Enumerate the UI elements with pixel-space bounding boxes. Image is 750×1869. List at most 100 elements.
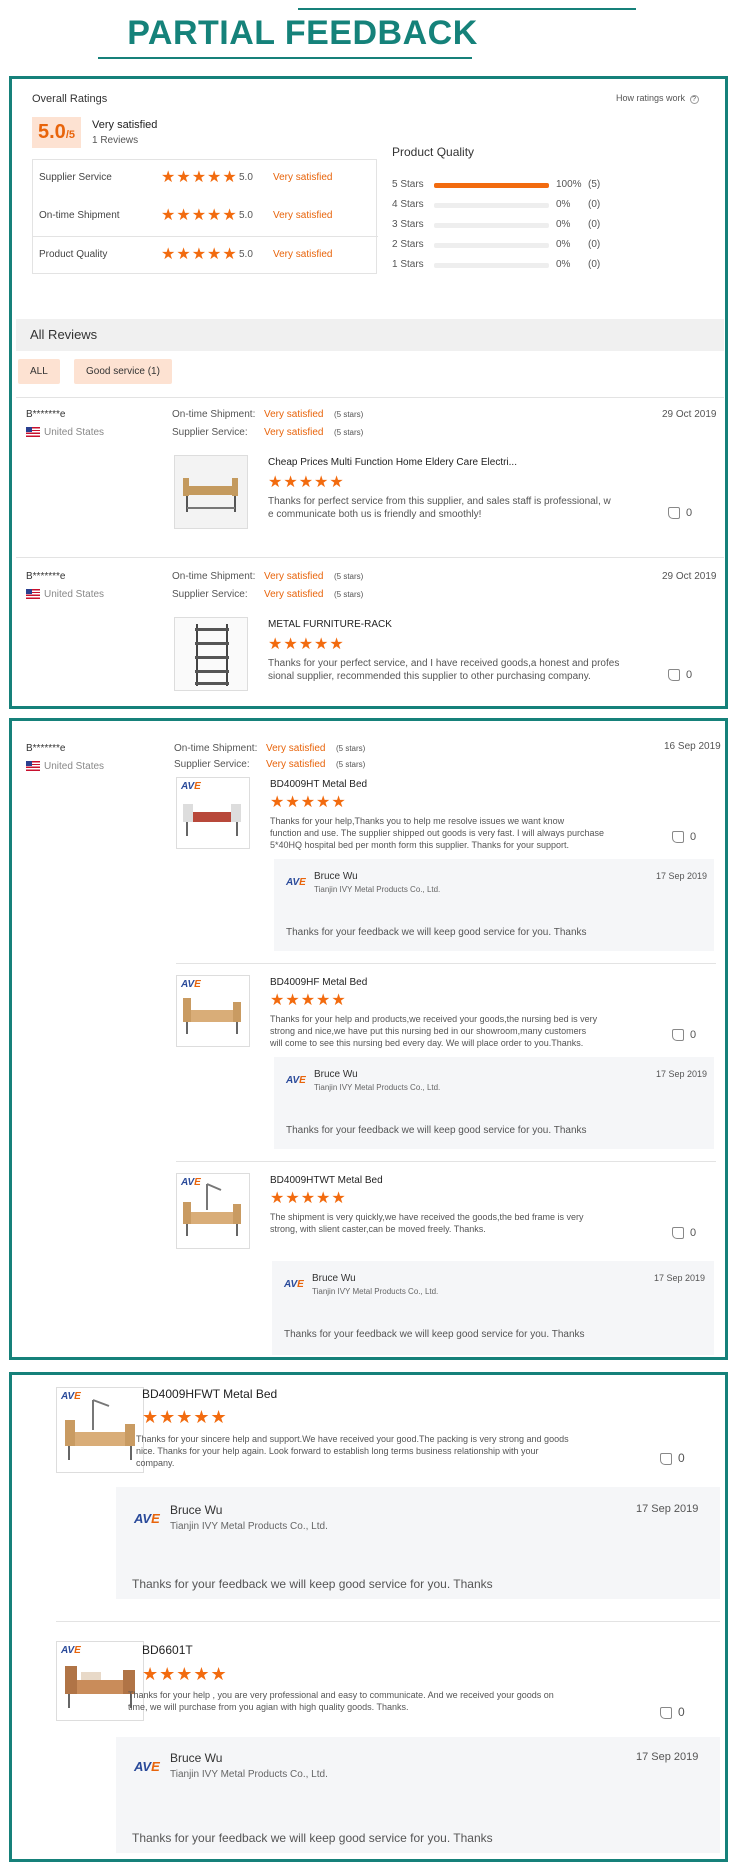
header-line-bottom — [98, 57, 472, 59]
reviewer-name: B*******e — [26, 409, 66, 420]
thumbs-up-icon — [672, 1227, 684, 1240]
ave-logo: AVE — [284, 1279, 304, 1290]
review-text-line: 5*40HQ hospital bed per month form this … — [270, 840, 569, 850]
all-reviews-header: All Reviews — [16, 319, 724, 351]
reply-text: Thanks for your feedback we will keep go… — [286, 1125, 587, 1136]
thumbs-up-icon — [660, 1452, 672, 1465]
review-text-line: time, we will purchase from you agian wi… — [128, 1702, 409, 1712]
distribution-count: (0) — [588, 199, 601, 210]
review-text-line: Thanks for your help and products,we rec… — [270, 1014, 598, 1024]
distribution-count: (0) — [588, 259, 601, 270]
rating-row-text: Very satisfied — [273, 210, 333, 221]
ave-logo: AVE — [134, 1511, 160, 1526]
ontime-stars-text: (5 stars) — [334, 572, 364, 581]
distribution-bar — [434, 183, 549, 188]
us-flag-icon — [26, 761, 40, 772]
review-text-line: function and use. The supplier shipped o… — [270, 828, 605, 838]
review-text: Thanks for your sincere help and support… — [136, 1433, 569, 1469]
supplier-label: Supplier Service: — [174, 759, 250, 770]
divider — [56, 1621, 720, 1622]
product-title-link[interactable]: BD4009HT Metal Bed — [270, 779, 367, 790]
product-thumbnail[interactable] — [174, 455, 248, 529]
rating-row-on-time-shipment: On-time Shipment ★★★★★ 5.0 Very satisfie… — [33, 198, 378, 236]
reviewer-name: B*******e — [26, 571, 66, 582]
distribution-count: (0) — [588, 219, 601, 230]
supplier-stars-text: (5 stars) — [334, 590, 364, 599]
filter-chip-good-service[interactable]: Good service (1) — [74, 359, 172, 384]
thumbs-up-icon — [660, 1706, 672, 1719]
ontime-label: On-time Shipment: — [174, 743, 258, 754]
product-thumbnail[interactable]: AVE — [176, 975, 250, 1047]
reply-text: Thanks for your feedback we will keep go… — [286, 927, 587, 938]
ave-logo: AVE — [61, 1645, 81, 1656]
review-text-line: nice. Thanks for your help again. Look f… — [136, 1446, 539, 1456]
thumbs-up-icon — [668, 669, 680, 682]
like-button[interactable]: 0 — [672, 1029, 697, 1042]
how-ratings-work-text: How ratings work — [616, 93, 686, 103]
distribution-count: (0) — [588, 239, 601, 250]
distribution-percent: 0% — [556, 239, 571, 250]
us-flag-icon — [26, 589, 40, 600]
supplier-label: Supplier Service: — [172, 427, 248, 438]
product-thumbnail[interactable]: AVE — [176, 777, 250, 849]
like-button[interactable]: 0 — [660, 1451, 685, 1465]
product-title-link[interactable]: BD6601T — [142, 1643, 193, 1657]
ontime-value: Very satisfied — [264, 409, 324, 420]
supplier-reply: AVE Bruce Wu Tianjin IVY Metal Products … — [274, 859, 714, 951]
review-text-line: Thanks for your sincere help and support… — [136, 1434, 569, 1444]
like-button[interactable]: 0 — [668, 507, 692, 520]
product-title-link[interactable]: Cheap Prices Multi Function Home Eldery … — [268, 457, 517, 468]
star-icon-row: ★★★★★ — [270, 794, 347, 811]
review-date: 29 Oct 2019 — [662, 571, 717, 582]
product-thumbnail[interactable] — [174, 617, 248, 691]
star-icon-row: ★★★★★ — [161, 169, 238, 186]
star-icon-row: ★★★★★ — [270, 992, 347, 1009]
supplier-reply: AVE Bruce Wu Tianjin IVY Metal Products … — [272, 1261, 714, 1355]
like-button[interactable]: 0 — [660, 1705, 685, 1719]
review-text-line: Thanks for your help , you are very prof… — [128, 1690, 554, 1700]
review-text-line: sional supplier, recommended this suppli… — [268, 671, 591, 682]
supplier-value: Very satisfied — [264, 427, 324, 438]
reply-company: Tianjin IVY Metal Products Co., Ltd. — [314, 885, 441, 894]
distribution-bar — [434, 263, 549, 268]
distribution-label: 3 Stars — [392, 219, 424, 230]
like-button[interactable]: 0 — [672, 831, 696, 844]
review-text-line: will come to see this nursing bed every … — [270, 1038, 584, 1048]
ratings-panel: Overall Ratings How ratings work ? 5.0/5… — [9, 76, 728, 709]
product-thumbnail[interactable]: AVE — [56, 1387, 144, 1473]
like-button[interactable]: 0 — [668, 669, 692, 682]
product-title-link[interactable]: METAL FURNITURE-RACK — [268, 619, 392, 630]
like-button[interactable]: 0 — [672, 1227, 697, 1240]
rating-row-score: 5.0 — [239, 249, 253, 260]
ontime-stars-text: (5 stars) — [336, 744, 366, 753]
product-title-link[interactable]: BD4009HFWT Metal Bed — [142, 1387, 277, 1401]
review-panel-2: B*******e United States On-time Shipment… — [9, 718, 728, 1360]
ave-logo: AVE — [181, 1177, 201, 1188]
review-text: Thanks for your help , you are very prof… — [128, 1689, 554, 1713]
like-count: 0 — [690, 1029, 697, 1041]
review-text: Thanks for perfect service from this sup… — [268, 495, 611, 521]
how-ratings-work-link[interactable]: How ratings work ? — [616, 93, 699, 104]
review-text-line: company. — [136, 1458, 175, 1468]
rating-row-label: On-time Shipment — [39, 210, 120, 221]
product-title-link[interactable]: BD4009HTWT Metal Bed — [270, 1175, 383, 1186]
product-thumbnail[interactable]: AVE — [176, 1173, 250, 1249]
reply-text: Thanks for your feedback we will keep go… — [284, 1329, 585, 1340]
product-title-link[interactable]: BD4009HF Metal Bed — [270, 977, 367, 988]
rating-row-product-quality[interactable]: Product Quality ★★★★★ 5.0 Very satisfied — [33, 236, 378, 274]
review-text-line: Thanks for perfect service from this sup… — [268, 496, 611, 507]
rating-row-score: 5.0 — [239, 172, 253, 183]
distribution-title: Product Quality — [392, 145, 475, 159]
overall-ratings-label: Overall Ratings — [32, 93, 108, 105]
reply-company: Tianjin IVY Metal Products Co., Ltd. — [312, 1287, 439, 1296]
supplier-value: Very satisfied — [266, 759, 326, 770]
header-line-top — [298, 8, 636, 10]
like-count: 0 — [690, 1227, 697, 1239]
supplier-stars-text: (5 stars) — [334, 428, 364, 437]
distribution-bar — [434, 203, 549, 208]
overall-score: 5.0 — [38, 121, 66, 143]
filter-chip-all[interactable]: ALL — [18, 359, 60, 384]
reply-author: Bruce Wu — [314, 871, 358, 882]
reply-company: Tianjin IVY Metal Products Co., Ltd. — [170, 1769, 328, 1780]
review-text-line: e communicate both us is friendly and sm… — [268, 509, 482, 520]
